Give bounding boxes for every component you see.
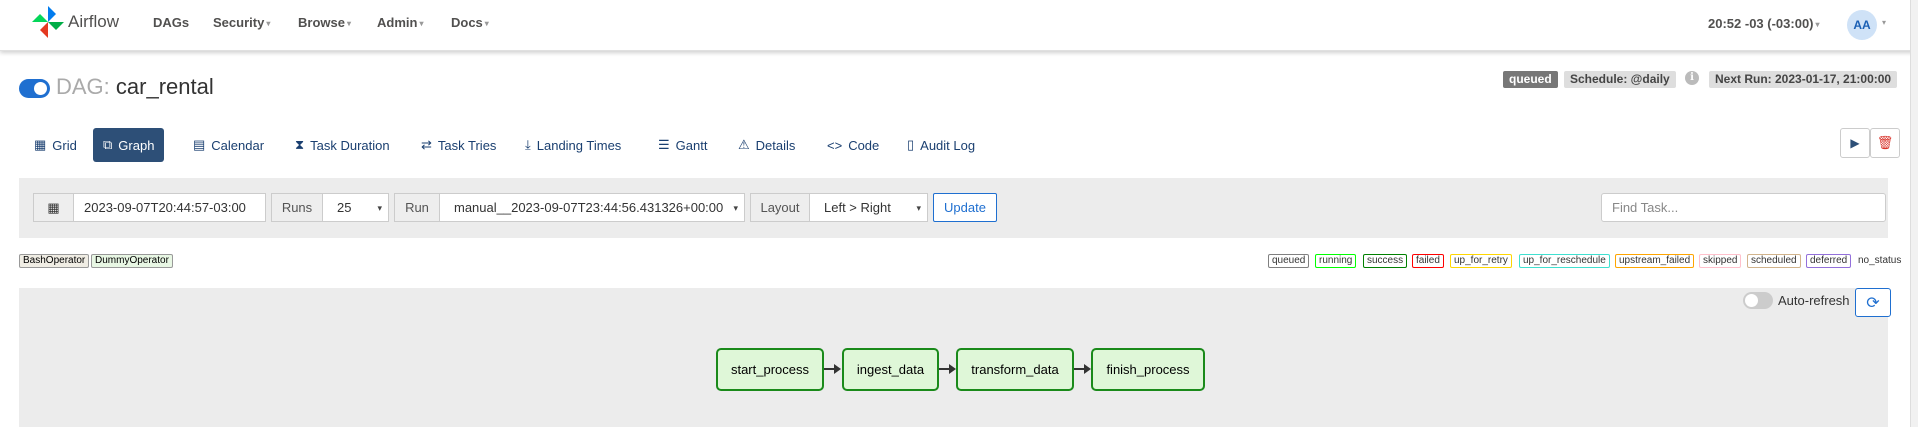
airflow-logo[interactable]: Airflow bbox=[30, 4, 119, 40]
arrow-icon bbox=[834, 364, 841, 374]
auto-refresh-switch[interactable] bbox=[1743, 292, 1773, 309]
runs-select[interactable]: 25 ▾ bbox=[322, 193, 389, 222]
info-icon[interactable]: i bbox=[1685, 71, 1699, 85]
timezone-menu[interactable]: 20:52 -03 (-03:00) ▾ bbox=[1708, 16, 1820, 31]
layout-label: Layout bbox=[750, 193, 810, 222]
tab-landing-times[interactable]: ⤓ Landing Times bbox=[515, 128, 631, 162]
chevron-down-icon: ▾ bbox=[377, 203, 382, 213]
tab-calendar[interactable]: ▤ Calendar bbox=[183, 128, 274, 162]
page-scrollbar[interactable] bbox=[1910, 0, 1918, 427]
page-title: DAG: car_rental bbox=[56, 74, 214, 100]
trash-icon: 🗑 bbox=[1876, 135, 1894, 150]
update-button[interactable]: Update bbox=[933, 193, 997, 222]
run-label: Run bbox=[394, 193, 440, 222]
arrow-icon bbox=[949, 364, 956, 374]
brand-name: Airflow bbox=[68, 12, 120, 31]
nav-docs[interactable]: Docs ▾ bbox=[451, 15, 489, 30]
task-node-transform-data[interactable]: transform_data bbox=[956, 348, 1074, 391]
legend-dummy-operator: DummyOperator bbox=[91, 254, 173, 268]
dag-name: car_rental bbox=[115, 74, 214, 99]
legend-state-up-for-reschedule: up_for_reschedule bbox=[1519, 254, 1610, 268]
legend-state-skipped: skipped bbox=[1699, 254, 1742, 268]
user-avatar[interactable]: AA bbox=[1847, 10, 1877, 40]
edge bbox=[824, 368, 834, 370]
tab-graph[interactable]: ⧉ Graph bbox=[93, 128, 165, 162]
graph-canvas[interactable] bbox=[19, 288, 1888, 427]
top-navbar: Airflow DAGs Security ▾ Browse ▾ Admin ▾ Do… bbox=[0, 0, 1918, 51]
legend-state-deferred: deferred bbox=[1806, 254, 1852, 268]
calendar-icon: ▦ bbox=[47, 199, 60, 215]
dag-state-badge: queued bbox=[1503, 71, 1558, 88]
play-icon: ▶ bbox=[1850, 136, 1860, 150]
nav-security[interactable]: Security ▾ bbox=[213, 15, 270, 30]
legend-state-upstream-failed: upstream_failed bbox=[1615, 254, 1695, 268]
legend-bash-operator: BashOperator bbox=[19, 254, 90, 268]
layout-select[interactable]: Left > Right ▾ bbox=[809, 193, 928, 222]
task-node-finish-process[interactable]: finish_process bbox=[1091, 348, 1205, 391]
file-icon: ▯ bbox=[907, 137, 915, 152]
chevron-down-icon: ▾ bbox=[1815, 20, 1820, 30]
base-date-input[interactable]: 2023-09-07T20:44:57-03:00 bbox=[73, 193, 266, 222]
tab-gantt[interactable]: ☰ Gantt bbox=[648, 128, 717, 162]
tab-task-duration[interactable]: ⧗ Task Duration bbox=[285, 128, 400, 162]
tab-task-tries[interactable]: ⇄ Task Tries bbox=[411, 128, 506, 162]
nav-dags[interactable]: DAGs bbox=[153, 15, 189, 30]
chevron-down-icon: ▾ bbox=[484, 19, 489, 29]
refresh-icon: ⟳ bbox=[1866, 294, 1880, 312]
chevron-down-icon: ▾ bbox=[346, 19, 351, 29]
legend-state-running: running bbox=[1315, 254, 1357, 268]
schedule-badge: Schedule: @daily bbox=[1564, 71, 1676, 88]
legend-state-no-status: no_status bbox=[1858, 255, 1902, 266]
tab-grid[interactable]: ▦ Grid bbox=[24, 128, 87, 162]
legend-state-scheduled: scheduled bbox=[1747, 254, 1801, 268]
nav-admin[interactable]: Admin ▾ bbox=[377, 15, 423, 30]
edge bbox=[939, 368, 949, 370]
dag-prefix: DAG: bbox=[56, 74, 110, 99]
chevron-down-icon[interactable]: ▾ bbox=[1882, 18, 1886, 27]
nav-browse[interactable]: Browse ▾ bbox=[298, 15, 351, 30]
calendar-icon: ▤ bbox=[193, 137, 206, 152]
find-task-input[interactable]: Find Task... bbox=[1601, 193, 1886, 222]
grid-icon: ▦ bbox=[34, 137, 47, 152]
tab-code[interactable]: <> Code bbox=[817, 128, 889, 162]
arrow-icon bbox=[1084, 364, 1091, 374]
run-select[interactable]: manual__2023-09-07T23:44:56.431326+00:00… bbox=[439, 193, 745, 222]
tab-details[interactable]: ⚠ Details bbox=[728, 128, 805, 162]
calendar-picker-button[interactable]: ▦ bbox=[33, 193, 74, 222]
auto-refresh-label: Auto-refresh bbox=[1778, 293, 1850, 308]
next-run-badge: Next Run: 2023-01-17, 21:00:00 bbox=[1709, 71, 1898, 88]
legend-state-failed: failed bbox=[1412, 254, 1444, 268]
runs-label: Runs bbox=[271, 193, 323, 222]
chevron-down-icon: ▾ bbox=[419, 19, 424, 29]
warning-triangle-icon: ⚠ bbox=[738, 137, 750, 152]
airflow-pinwheel-icon bbox=[32, 6, 64, 38]
legend-state-queued: queued bbox=[1268, 254, 1310, 268]
dag-pause-toggle[interactable] bbox=[19, 79, 50, 98]
tab-audit-log[interactable]: ▯ Audit Log bbox=[897, 128, 985, 162]
refresh-button[interactable]: ⟳ bbox=[1855, 288, 1891, 317]
legend-state-up-for-retry: up_for_retry bbox=[1450, 254, 1512, 268]
retry-icon: ⇄ bbox=[421, 137, 432, 152]
graph-icon: ⧉ bbox=[103, 137, 113, 152]
filter-bar: ▦ 2023-09-07T20:44:57-03:00 Runs 25 ▾ Run… bbox=[19, 178, 1888, 238]
edge bbox=[1074, 368, 1084, 370]
auto-refresh-toggle[interactable]: Auto-refresh bbox=[1743, 292, 1850, 309]
chevron-down-icon: ▾ bbox=[733, 203, 738, 213]
hourglass-icon: ⧗ bbox=[295, 137, 305, 152]
task-node-ingest-data[interactable]: ingest_data bbox=[842, 348, 939, 391]
task-node-start-process[interactable]: start_process bbox=[716, 348, 824, 391]
chevron-down-icon: ▾ bbox=[266, 19, 271, 29]
delete-dag-button[interactable]: 🗑 bbox=[1870, 128, 1900, 158]
landing-icon: ⤓ bbox=[525, 137, 531, 152]
gantt-icon: ☰ bbox=[658, 137, 670, 152]
legend-state-success: success bbox=[1363, 254, 1408, 268]
trigger-dag-button[interactable]: ▶ bbox=[1840, 128, 1870, 158]
code-icon: <> bbox=[827, 137, 843, 153]
chevron-down-icon: ▾ bbox=[916, 203, 921, 213]
